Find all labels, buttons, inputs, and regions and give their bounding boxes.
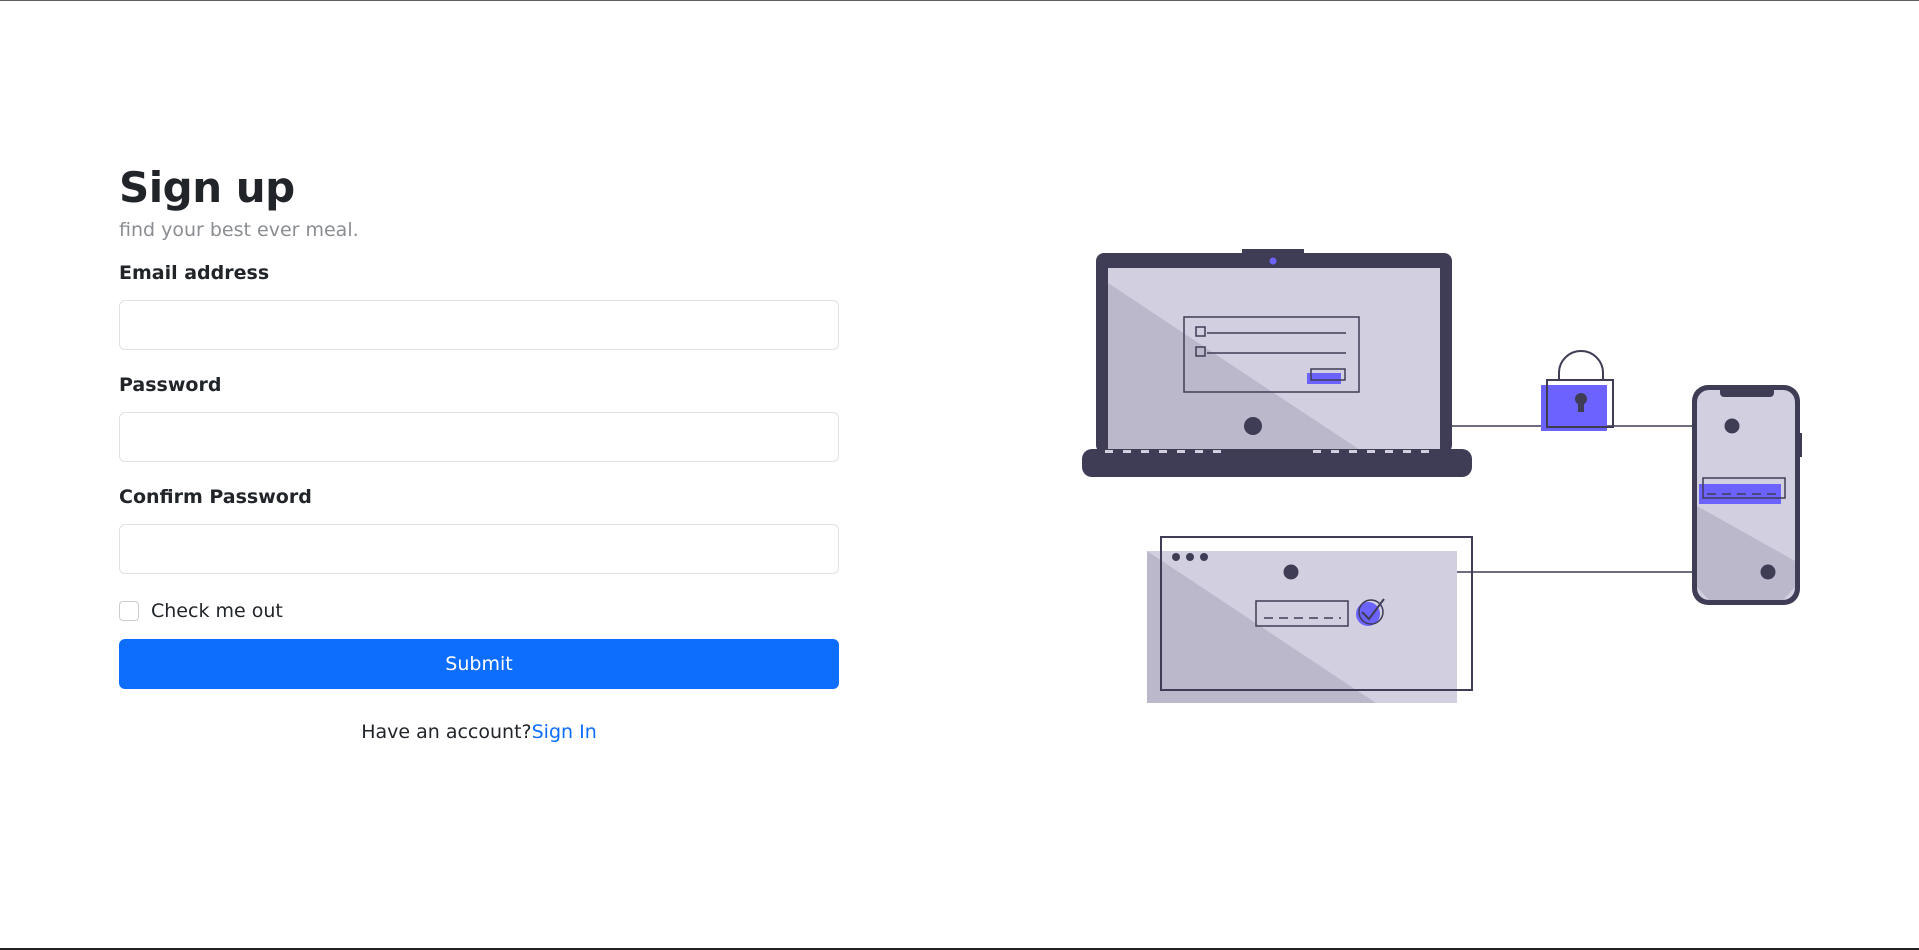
check-me-out-checkbox[interactable]	[119, 601, 139, 621]
submit-button[interactable]: Submit	[119, 639, 839, 689]
email-field[interactable]	[119, 300, 839, 350]
smartphone-icon	[1692, 385, 1802, 605]
laptop-icon	[1082, 249, 1472, 477]
signin-prompt-row: Have an account?Sign In	[119, 721, 839, 743]
confirm-password-field[interactable]	[119, 524, 839, 574]
check-me-out-label[interactable]: Check me out	[151, 600, 283, 622]
sign-in-link[interactable]: Sign In	[532, 721, 597, 743]
signup-form: Sign up find your best ever meal. Email …	[119, 159, 839, 743]
signup-page: Sign up find your best ever meal. Email …	[0, 0, 1919, 950]
browser-window-icon	[1147, 536, 1473, 703]
confirm-password-label: Confirm Password	[119, 486, 312, 508]
lock-icon	[1541, 350, 1614, 431]
security-illustration	[1082, 249, 1802, 703]
page-subtitle: find your best ever meal.	[119, 219, 359, 241]
check-me-out-row: Check me out	[119, 598, 839, 624]
password-label: Password	[119, 374, 222, 396]
email-label: Email address	[119, 262, 270, 284]
page-title: Sign up	[119, 163, 295, 212]
signin-prompt-text: Have an account?	[361, 721, 532, 743]
password-field[interactable]	[119, 412, 839, 462]
